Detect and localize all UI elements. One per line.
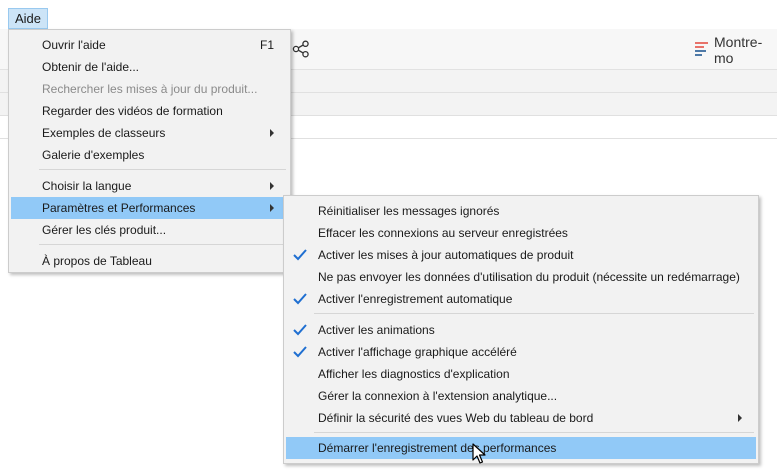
- menu-item-rechercher-mises-a-jour: Rechercher les mises à jour du produit..…: [11, 78, 288, 100]
- share-icon[interactable]: [292, 40, 310, 58]
- menu-item-label: Activer l'affichage graphique accéléré: [318, 345, 517, 359]
- menu-item-gerer-cles[interactable]: Gérer les clés produit...: [11, 219, 288, 241]
- menu-item-choisir-langue[interactable]: Choisir la langue: [11, 175, 288, 197]
- menu-item-label: Définir la sécurité des vues Web du tabl…: [318, 411, 594, 425]
- show-me-label: Montre-mo: [714, 34, 763, 66]
- menu-separator: [39, 169, 286, 170]
- menu-item-label: Réinitialiser les messages ignorés: [318, 204, 500, 218]
- show-me-button[interactable]: Montre-mo: [695, 34, 777, 66]
- aide-menu: Ouvrir l'aide F1 Obtenir de l'aide... Re…: [8, 29, 291, 273]
- menu-item-label: Gérer la connexion à l'extension analyti…: [318, 389, 558, 403]
- parametres-submenu: Réinitialiser les messages ignorés Effac…: [283, 195, 759, 464]
- menu-separator: [39, 244, 286, 245]
- menu-item-exemples-classeurs[interactable]: Exemples de classeurs: [11, 122, 288, 144]
- show-me-icon: [695, 42, 708, 58]
- menu-item-label: Regarder des vidéos de formation: [42, 104, 223, 118]
- menu-item-label: Effacer les connexions au serveur enregi…: [318, 226, 568, 240]
- submenu-arrow-icon: [270, 182, 274, 190]
- menu-item-label: Activer l'enregistrement automatique: [318, 292, 513, 306]
- menu-bar: Aide: [0, 0, 777, 29]
- menu-item-label: Obtenir de l'aide...: [42, 60, 140, 74]
- checkmark-icon: [293, 293, 307, 305]
- menu-item-label: À propos de Tableau: [42, 254, 152, 268]
- menu-item-label: Rechercher les mises à jour du produit..…: [42, 82, 258, 96]
- menu-item-galerie-exemples[interactable]: Galerie d'exemples: [11, 144, 288, 166]
- menu-item-label: Exemples de classeurs: [42, 126, 166, 140]
- menu-item-label: Activer les animations: [318, 323, 435, 337]
- submenu-item-affichage-accelere[interactable]: Activer l'affichage graphique accéléré: [286, 341, 756, 363]
- submenu-item-securite-vues-web[interactable]: Définir la sécurité des vues Web du tabl…: [286, 407, 756, 429]
- submenu-item-mises-a-jour-auto[interactable]: Activer les mises à jour automatiques de…: [286, 244, 756, 266]
- menu-item-label: Galerie d'exemples: [42, 148, 145, 162]
- submenu-item-enregistrement-auto[interactable]: Activer l'enregistrement automatique: [286, 288, 756, 310]
- submenu-arrow-icon: [738, 414, 742, 422]
- submenu-item-reinitialiser-messages[interactable]: Réinitialiser les messages ignorés: [286, 200, 756, 222]
- mouse-cursor-icon: [472, 443, 486, 464]
- checkmark-icon: [293, 346, 307, 358]
- menu-item-label: Afficher les diagnostics d'explication: [318, 367, 510, 381]
- checkmark-icon: [293, 324, 307, 336]
- checkmark-icon: [293, 249, 307, 261]
- menu-item-videos-formation[interactable]: Regarder des vidéos de formation: [11, 100, 288, 122]
- submenu-arrow-icon: [270, 204, 274, 212]
- menu-item-obtenir-aide[interactable]: Obtenir de l'aide...: [11, 56, 288, 78]
- menu-item-label: Activer les mises à jour automatiques de…: [318, 248, 574, 262]
- menu-item-a-propos[interactable]: À propos de Tableau: [11, 250, 288, 272]
- menu-item-label: Démarrer l'enregistrement des performanc…: [318, 441, 557, 455]
- menu-item-label: Gérer les clés produit...: [42, 223, 167, 237]
- menu-separator: [314, 432, 754, 433]
- submenu-item-animations[interactable]: Activer les animations: [286, 319, 756, 341]
- menu-item-label: Ne pas envoyer les données d'utilisation…: [318, 270, 740, 284]
- menu-item-label: Ouvrir l'aide: [42, 38, 106, 52]
- submenu-item-ne-pas-envoyer-donnees[interactable]: Ne pas envoyer les données d'utilisation…: [286, 266, 756, 288]
- menu-aide[interactable]: Aide: [8, 8, 49, 29]
- menu-item-label: Paramètres et Performances: [42, 201, 196, 215]
- menu-item-parametres-performances[interactable]: Paramètres et Performances: [11, 197, 288, 219]
- submenu-item-effacer-connexions[interactable]: Effacer les connexions au serveur enregi…: [286, 222, 756, 244]
- menu-item-ouvrir-aide[interactable]: Ouvrir l'aide F1: [11, 34, 288, 56]
- shortcut-label: F1: [259, 38, 274, 52]
- menu-separator: [314, 313, 754, 314]
- menu-item-label: Choisir la langue: [42, 179, 132, 193]
- submenu-item-demarrer-enregistrement-performances[interactable]: Démarrer l'enregistrement des performanc…: [286, 437, 756, 459]
- submenu-arrow-icon: [270, 129, 274, 137]
- submenu-item-diagnostics-explication[interactable]: Afficher les diagnostics d'explication: [286, 363, 756, 385]
- submenu-item-extension-analytique[interactable]: Gérer la connexion à l'extension analyti…: [286, 385, 756, 407]
